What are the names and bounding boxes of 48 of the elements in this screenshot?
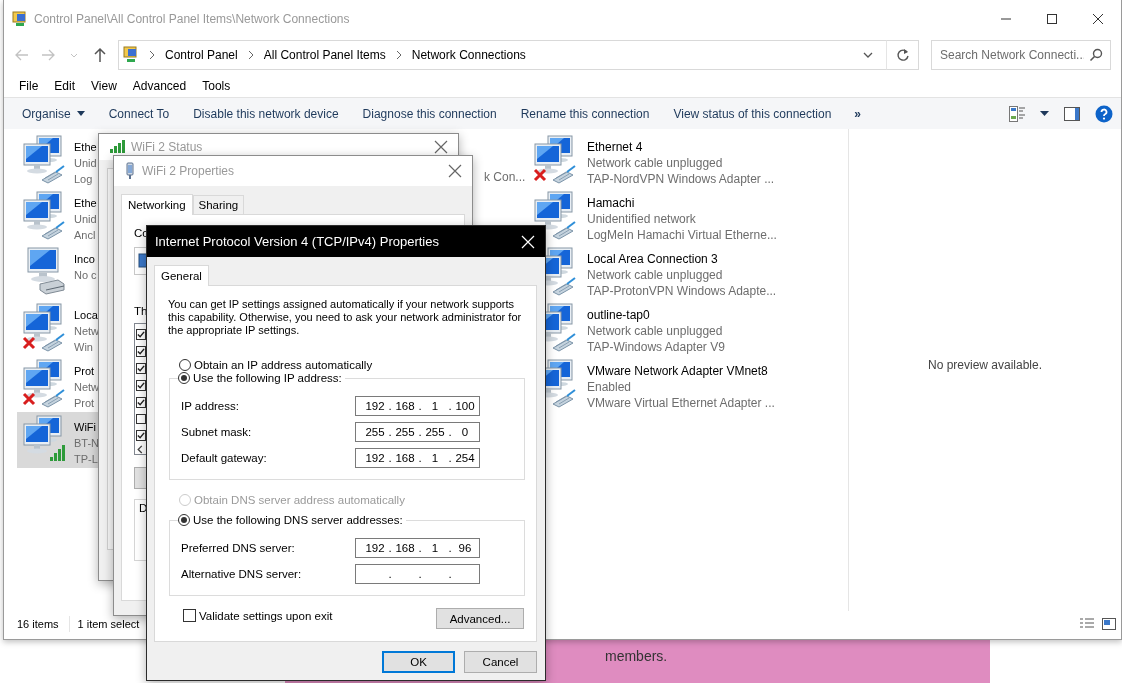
- adapter-name: TAP-Windows Adapter V9: [587, 339, 725, 355]
- field-label: Default gateway:: [181, 452, 268, 464]
- adapter-name: k Con...: [484, 169, 526, 185]
- adapter-name: Win: [74, 340, 94, 355]
- selection-count: 1 item select: [77, 618, 141, 630]
- adapter-name: TAP-ProtonVPN Windows Adapte...: [587, 283, 777, 299]
- adapter-name: Prot: [74, 396, 96, 411]
- connection-name: Ethernet 4: [587, 139, 644, 155]
- connection-status: Unid: [74, 156, 97, 171]
- connection-status: Unidentified network: [587, 211, 697, 227]
- dialog-title: WiFi 2 Properties: [142, 164, 236, 178]
- connection-status: Unid: [74, 212, 97, 227]
- field-label: IP address:: [181, 400, 240, 412]
- connection-status: Network cable unplugged: [587, 155, 724, 171]
- connection-name: Local Area Connection 3: [587, 251, 719, 267]
- banner-text: members.: [605, 648, 668, 666]
- connection-status: Netw: [74, 324, 100, 339]
- adapter-name: Ancl: [74, 228, 97, 243]
- connection-status: Enabled: [587, 379, 633, 395]
- window-title: Control Panel\All Control Panel Items\Network Connections: [34, 12, 351, 26]
- field-label: Preferred DNS server:: [181, 542, 296, 554]
- intro-text: You can get IP settings assigned automatically if your network supports this capability. Otherwise, you need to ask your network administrator for the appropriate IP settings.: [167, 298, 523, 337]
- adapter-name: Log: [74, 172, 94, 187]
- connection-name: Prot: [74, 364, 96, 379]
- adapter-name: VMware Virtual Ethernet Adapter ...: [587, 395, 775, 411]
- adapter-name: TAP-NordVPN Windows Adapter ...: [587, 171, 775, 187]
- connection-status: Network cable unplugged: [587, 267, 724, 283]
- connection-name: Inco: [74, 252, 96, 267]
- connection-name: VMware Network Adapter VMnet8: [587, 363, 769, 379]
- connection-name: Loca: [74, 308, 99, 323]
- dialog-title: WiFi 2 Status: [131, 140, 204, 154]
- connection-name: Ethe: [74, 196, 97, 211]
- adapter-name: LogMeIn Hamachi Virtual Etherne...: [587, 227, 777, 243]
- dialog-title: Internet Protocol Version 4 (TCP/IPv4) Properties: [155, 234, 440, 249]
- adapter-name: TP-L: [74, 452, 99, 467]
- connection-status: Network cable unplugged: [587, 323, 724, 339]
- connection-name: outline-tap0: [587, 307, 651, 323]
- connection-status: BT-N: [74, 436, 100, 451]
- connection-name: Ethe: [74, 140, 97, 155]
- item-count: 16 items: [17, 618, 60, 630]
- field-label: Alternative DNS server:: [181, 568, 303, 580]
- radio-label: Obtain DNS server address automatically: [194, 493, 405, 507]
- field-label: Subnet mask:: [181, 426, 253, 438]
- connection-status: No c: [74, 268, 97, 283]
- connection-status: Netw: [74, 380, 100, 395]
- preview-message: No preview available.: [927, 358, 1043, 374]
- connection-name: WiFi: [74, 420, 97, 435]
- connection-name: Hamachi: [587, 195, 636, 211]
